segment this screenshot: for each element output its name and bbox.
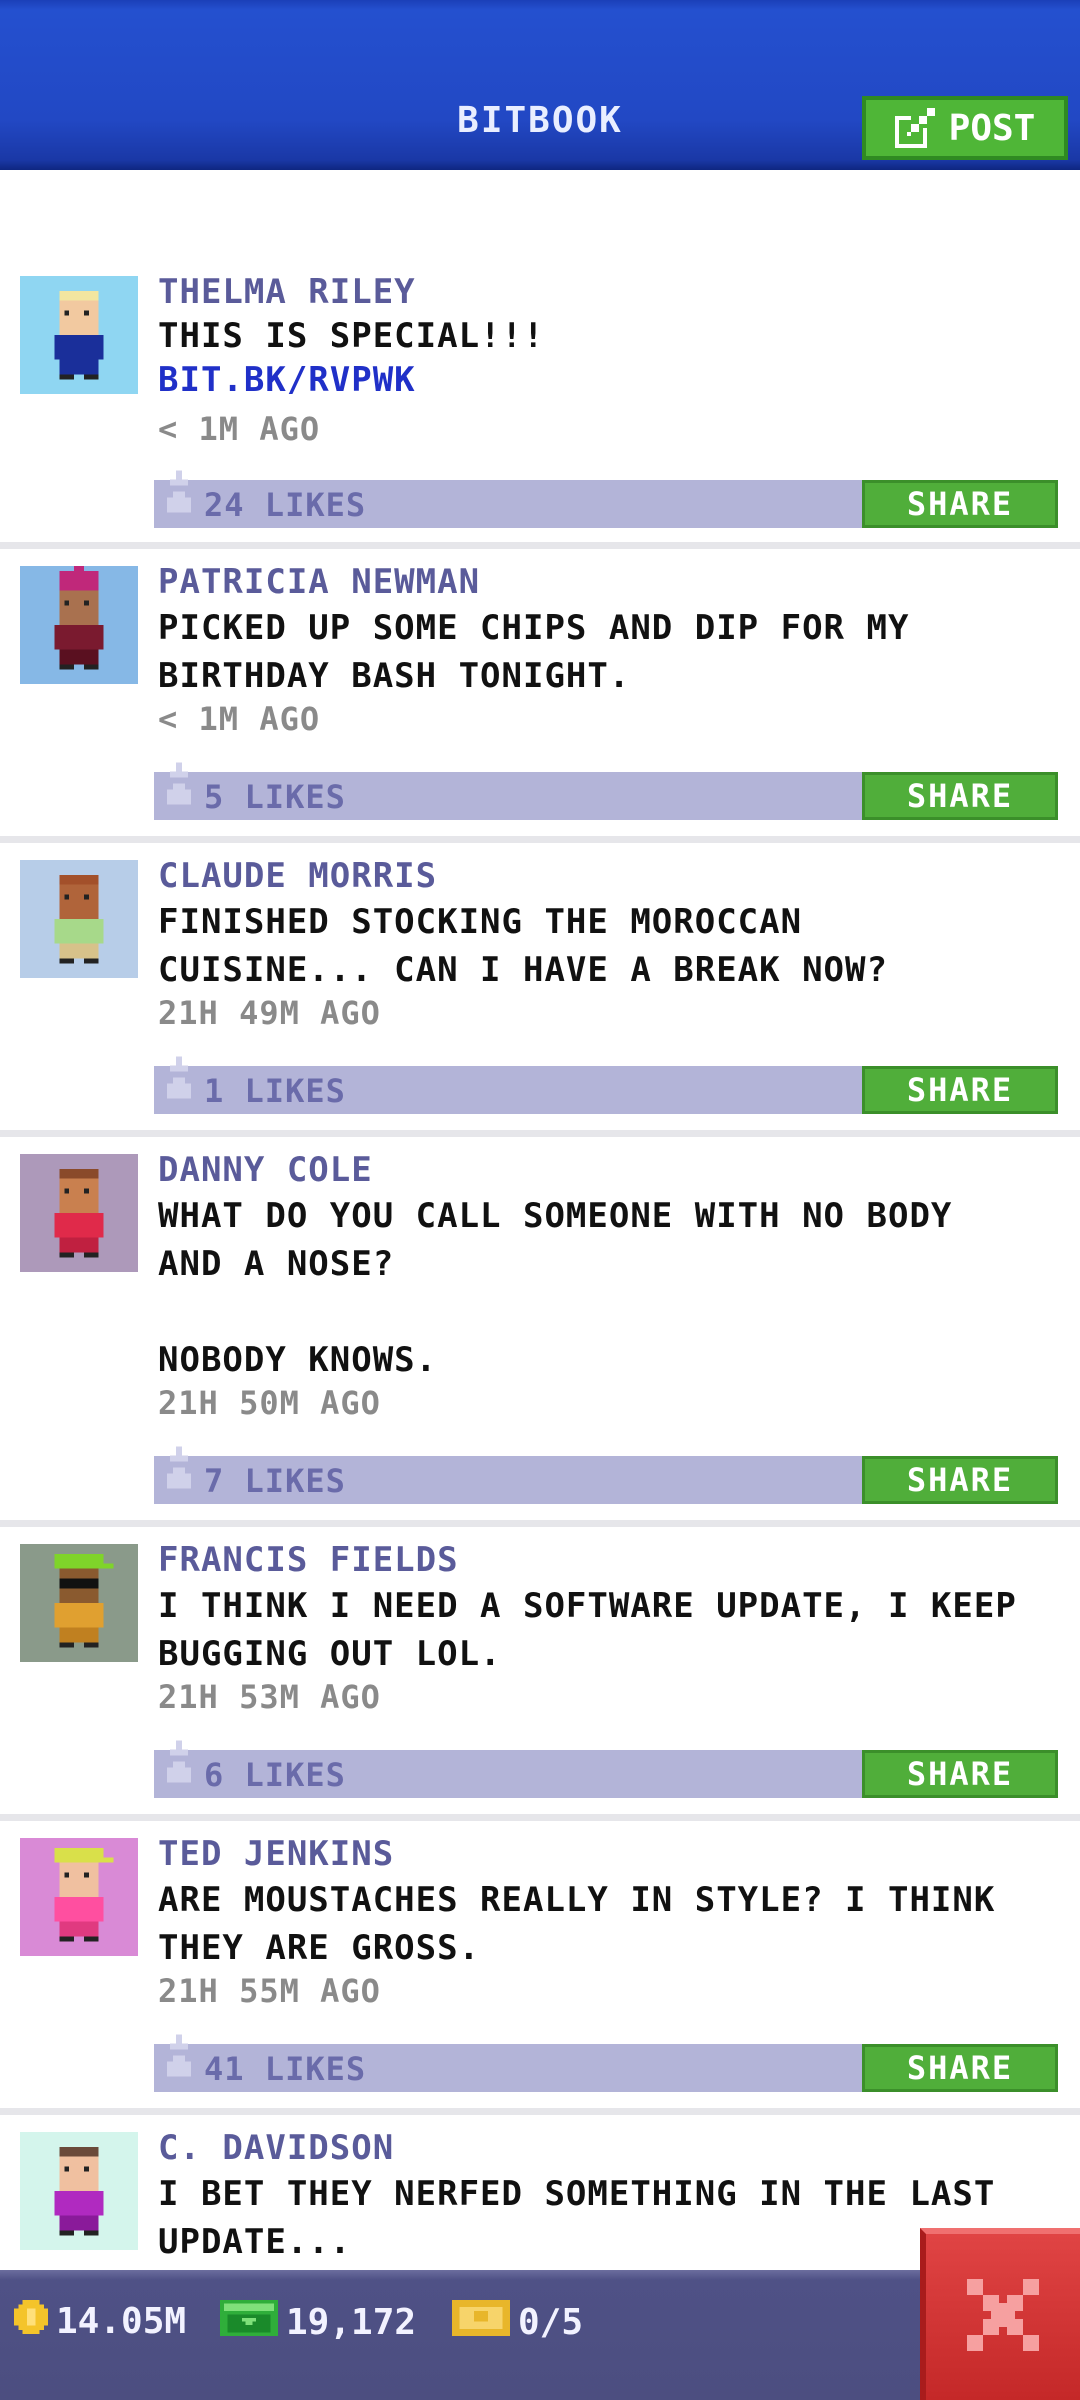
avatar[interactable]: [20, 1544, 138, 1662]
post-text: PICKED UP SOME CHIPS AND DIP FOR MY BIRT…: [158, 608, 910, 696]
feed-post: FRANCIS FIELDS I THINK I NEED A SOFTWARE…: [0, 1530, 1080, 1820]
share-button[interactable]: SHARE: [862, 480, 1058, 528]
post-time: 21H 49M AGO: [158, 994, 381, 1032]
post-time: 21H 53M AGO: [158, 1678, 381, 1716]
close-button[interactable]: [920, 2228, 1080, 2400]
coins-stat: 14.05M: [14, 2300, 186, 2343]
like-bar: 41 LIKES SHARE: [154, 2034, 1058, 2092]
feed-post: DANNY COLE WHAT DO YOU CALL SOMEONE WITH…: [0, 1140, 1080, 1520]
thumbs-up-icon[interactable]: [164, 470, 194, 520]
avatar[interactable]: [20, 276, 138, 394]
like-count: 41 LIKES: [204, 2050, 367, 2088]
like-count: 6 LIKES: [204, 1756, 346, 1794]
close-icon: [967, 2279, 1039, 2355]
feed-post: PATRICIA NEWMAN PICKED UP SOME CHIPS AND…: [0, 552, 1080, 842]
post-text: THIS IS SPECIAL!!!: [158, 316, 545, 356]
post-author[interactable]: THELMA RILEY: [158, 272, 416, 312]
divider: [0, 1520, 1080, 1527]
post-time: 21H 55M AGO: [158, 1972, 381, 2010]
like-count: 7 LIKES: [204, 1462, 346, 1500]
avatar[interactable]: [20, 1838, 138, 1956]
share-button[interactable]: SHARE: [862, 1456, 1058, 1504]
like-bar: 5 LIKES SHARE: [154, 762, 1058, 820]
post-text: WHAT DO YOU CALL SOMEONE WITH NO BODY AN…: [158, 1196, 953, 1380]
share-button[interactable]: SHARE: [862, 2044, 1058, 2092]
divider: [0, 836, 1080, 843]
bux-value: 19,172: [286, 2302, 417, 2343]
share-button[interactable]: SHARE: [862, 772, 1058, 820]
post-author[interactable]: TED JENKINS: [158, 1834, 394, 1874]
post-button-label: POST: [948, 107, 1036, 149]
avatar[interactable]: [20, 860, 138, 978]
like-bar: 7 LIKES SHARE: [154, 1446, 1058, 1504]
share-button[interactable]: SHARE: [862, 1066, 1058, 1114]
tickets-value: 0/5: [518, 2302, 584, 2343]
coin-icon: [14, 2300, 48, 2343]
like-bar: 1 LIKES SHARE: [154, 1056, 1058, 1114]
feed-post: TED JENKINS ARE MOUSTACHES REALLY IN STY…: [0, 1824, 1080, 2114]
post-time: 21H 50M AGO: [158, 1384, 381, 1422]
post-author[interactable]: PATRICIA NEWMAN: [158, 562, 480, 602]
avatar[interactable]: [20, 566, 138, 684]
post-author[interactable]: DANNY COLE: [158, 1150, 373, 1190]
post-text: I THINK I NEED A SOFTWARE UPDATE, I KEEP…: [158, 1586, 1017, 1674]
divider: [0, 1130, 1080, 1137]
feed-post: THELMA RILEY THIS IS SPECIAL!!! BIT.BK/R…: [0, 258, 1080, 548]
avatar[interactable]: [20, 2132, 138, 2250]
thumbs-up-icon[interactable]: [164, 762, 194, 812]
coins-value: 14.05M: [56, 2301, 187, 2342]
thumbs-up-icon[interactable]: [164, 1056, 194, 1106]
edit-icon: [894, 108, 935, 148]
post-author[interactable]: FRANCIS FIELDS: [158, 1540, 459, 1580]
post-text: FINISHED STOCKING THE MOROCCAN CUISINE..…: [158, 902, 888, 990]
share-button[interactable]: SHARE: [862, 1750, 1058, 1798]
divider: [0, 2108, 1080, 2115]
thumbs-up-icon[interactable]: [164, 2034, 194, 2084]
tickets-stat: 0/5: [452, 2300, 583, 2345]
thumbs-up-icon[interactable]: [164, 1446, 194, 1496]
post-text: ARE MOUSTACHES REALLY IN STYLE? I THINK …: [158, 1880, 996, 1968]
thumbs-up-icon[interactable]: [164, 1740, 194, 1790]
avatar[interactable]: [20, 1154, 138, 1272]
feed-post: CLAUDE MORRIS FINISHED STOCKING THE MORO…: [0, 846, 1080, 1136]
post-link[interactable]: BIT.BK/RVPWK: [158, 360, 416, 400]
app-header: BITBOOK POST: [0, 0, 1080, 170]
like-count: 5 LIKES: [204, 778, 346, 816]
feed-post: C. DAVIDSON I BET THEY NERFED SOMETHING …: [0, 2118, 1080, 2270]
divider: [0, 1814, 1080, 1821]
divider: [0, 542, 1080, 549]
status-bar: 14.05M 19,172 0/5: [0, 2270, 1080, 2400]
post-button[interactable]: POST: [862, 96, 1068, 160]
like-bar: 24 LIKES SHARE: [154, 470, 1058, 528]
like-count: 24 LIKES: [204, 486, 367, 524]
bux-stat: 19,172: [220, 2300, 416, 2345]
like-bar: 6 LIKES SHARE: [154, 1740, 1058, 1798]
post-time: < 1M AGO: [158, 700, 321, 738]
like-count: 1 LIKES: [204, 1072, 346, 1110]
bux-icon: [220, 2300, 278, 2345]
ticket-icon: [452, 2300, 510, 2345]
post-author[interactable]: CLAUDE MORRIS: [158, 856, 437, 896]
post-author[interactable]: C. DAVIDSON: [158, 2128, 394, 2168]
post-time: < 1M AGO: [158, 410, 321, 448]
